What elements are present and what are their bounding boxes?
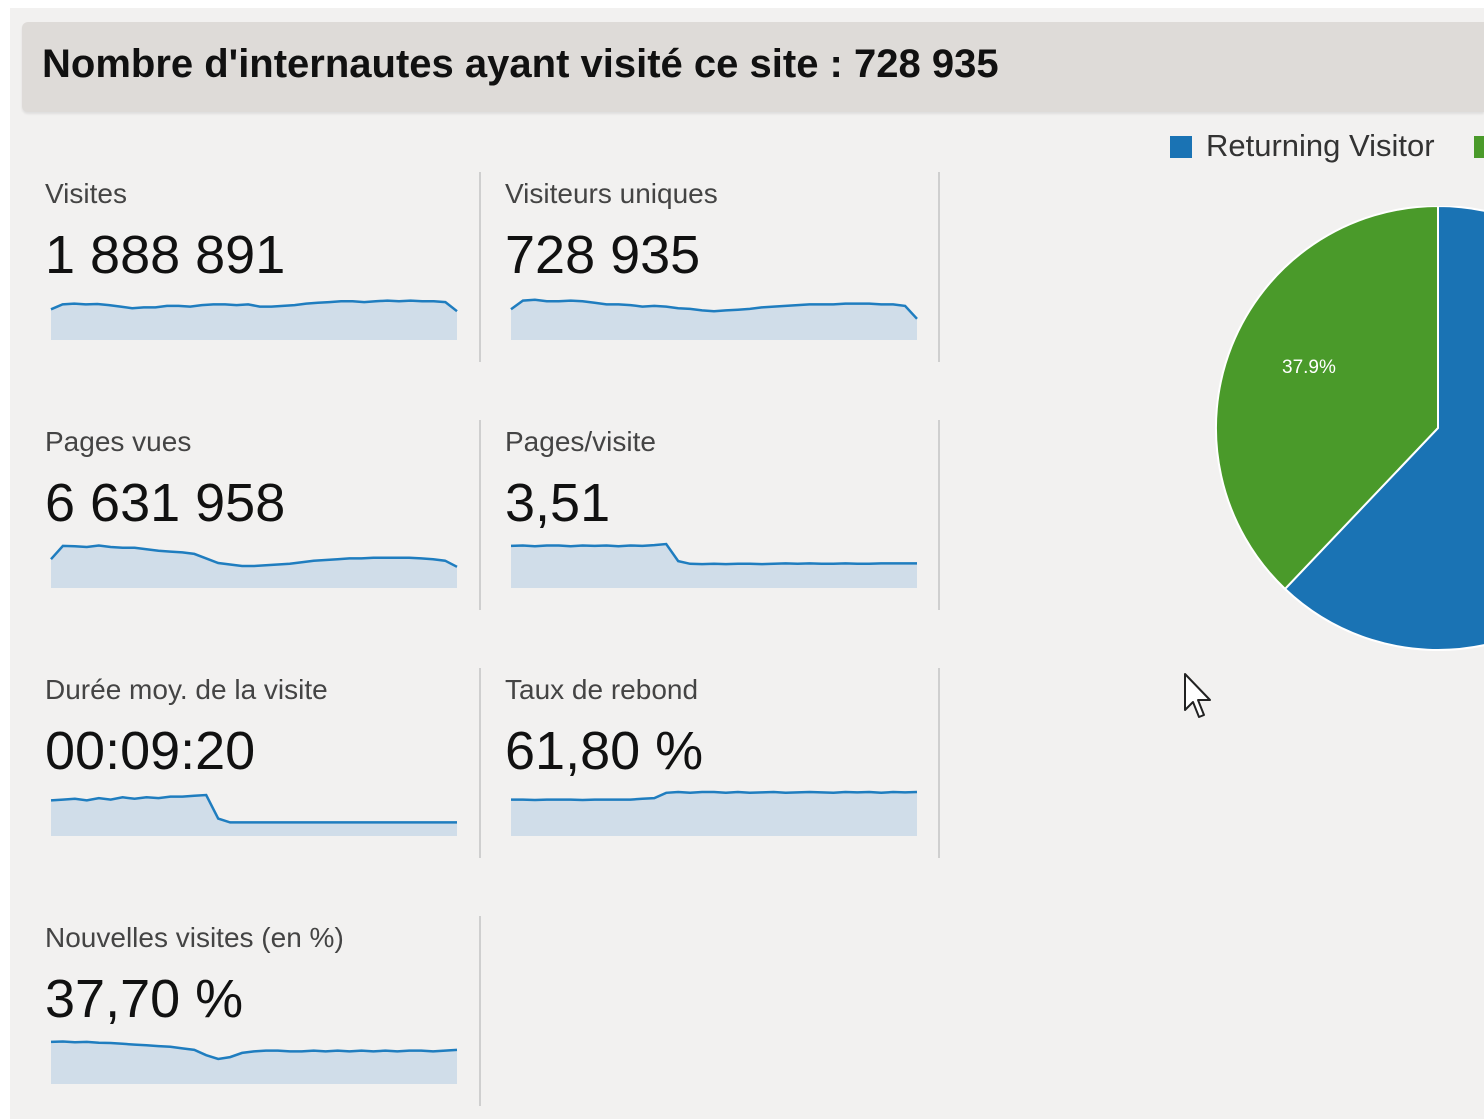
sparkline-chart <box>510 542 917 588</box>
metric-bounce-rate[interactable]: Taux de rebond 61,80 % <box>505 674 935 864</box>
legend-label-returning[interactable]: Returning Visitor <box>1206 128 1435 164</box>
sparkline-chart <box>50 793 457 836</box>
page-title: Nombre d'internautes ayant visité ce sit… <box>42 42 999 86</box>
metric-avg-visit-duration[interactable]: Durée moy. de la visite 00:09:20 <box>45 674 475 864</box>
legend-swatch-new <box>1474 136 1484 158</box>
divider <box>479 668 481 858</box>
sparkline-area <box>511 544 917 588</box>
visitor-type-pie-chart[interactable]: 37.9% <box>1214 206 1484 656</box>
metric-value: 61,80 % <box>505 721 704 781</box>
metric-value: 1 888 891 <box>45 225 286 285</box>
metric-new-visits-percent[interactable]: Nouvelles visites (en %) 37,70 % <box>45 922 475 1112</box>
metric-value: 00:09:20 <box>45 721 256 781</box>
divider <box>938 420 940 610</box>
metric-pageviews[interactable]: Pages vues 6 631 958 <box>45 426 475 616</box>
metric-label: Visites <box>45 178 127 209</box>
metric-label: Pages vues <box>45 426 192 457</box>
metric-pages-per-visit[interactable]: Pages/visite 3,51 <box>505 426 935 616</box>
metric-value: 37,70 % <box>45 969 244 1029</box>
metric-visits[interactable]: Visites 1 888 891 <box>45 178 475 368</box>
sparkline-chart <box>50 1040 458 1084</box>
divider <box>479 420 481 610</box>
sparkline-area <box>511 299 917 340</box>
metric-value: 3,51 <box>505 473 611 533</box>
metric-label: Pages/visite <box>505 426 656 457</box>
metric-label: Nouvelles visites (en %) <box>45 922 344 953</box>
metric-label: Durée moy. de la visite <box>45 674 328 705</box>
sparkline-area <box>51 1041 457 1084</box>
divider <box>479 916 481 1106</box>
metric-label: Taux de rebond <box>505 674 699 705</box>
metric-label: Visiteurs uniques <box>505 178 718 209</box>
metric-value: 728 935 <box>505 225 701 285</box>
sparkline-area <box>51 795 457 836</box>
sparkline-chart <box>511 790 918 836</box>
mouse-cursor-icon <box>1184 673 1211 718</box>
divider <box>479 172 481 362</box>
pie-slice-label: 37.9% <box>1282 357 1336 378</box>
pie-legend: Returning Visitor <box>1170 126 1484 166</box>
sparkline-chart <box>50 299 458 340</box>
metric-unique-visitors[interactable]: Visiteurs uniques 728 935 <box>505 178 935 368</box>
sparkline-chart <box>510 298 918 340</box>
metric-value: 6 631 958 <box>45 473 286 533</box>
sparkline-chart <box>50 544 458 588</box>
divider <box>938 668 940 858</box>
legend-swatch-returning <box>1170 136 1192 158</box>
divider <box>938 172 940 362</box>
